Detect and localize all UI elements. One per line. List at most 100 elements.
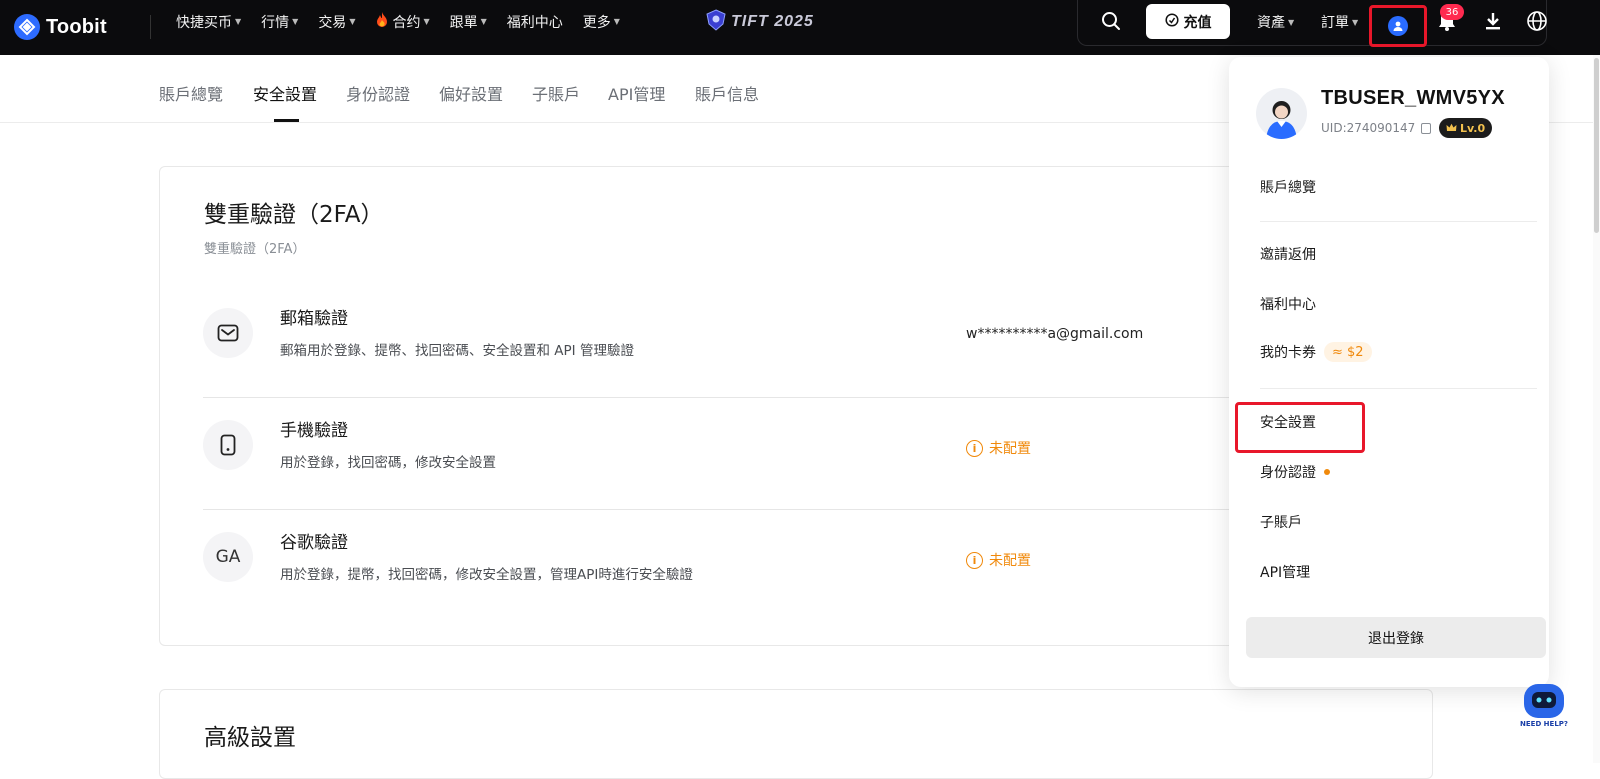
advanced-title: 高級設置 <box>204 725 296 751</box>
phone-icon <box>203 420 253 470</box>
main-nav: 快捷买币 ▼ 行情 ▼ 交易 ▼ 合约 ▼ 跟單 ▼ 福利中心 更多 ▼ <box>176 0 620 43</box>
menu-item-label: 子賬戶 <box>1260 515 1302 531</box>
caret-down-icon: ▼ <box>1288 17 1295 27</box>
avatar <box>1256 88 1307 139</box>
warning-icon: i <box>966 551 983 569</box>
menu-divider <box>1260 388 1537 389</box>
status-text: 未配置 <box>989 553 1031 569</box>
menu-item-account-overview[interactable]: 賬戶總覽 <box>1260 177 1316 197</box>
menu-item-referral[interactable]: 邀請返佣 <box>1260 244 1316 264</box>
nav-item-label: 交易 <box>318 14 347 31</box>
notification-count-badge: 36 <box>1440 4 1464 20</box>
robot-face-icon <box>1532 692 1556 708</box>
user-icon <box>1388 16 1408 36</box>
nav-item-quick-buy[interactable]: 快捷买币 ▼ <box>176 12 241 32</box>
coupon-value-badge: ≈ $2 <box>1324 342 1372 362</box>
orders-menu[interactable]: 訂單 ▼ <box>1321 12 1358 32</box>
nav-item-markets[interactable]: 行情 ▼ <box>261 12 298 32</box>
nav-item-label: 更多 <box>582 14 611 31</box>
help-chat-button[interactable]: NEED HELP? <box>1520 682 1568 732</box>
tab-security-settings[interactable]: 安全設置 <box>253 81 317 105</box>
advanced-settings-card: 高級設置 <box>159 689 1433 779</box>
menu-item-label: 我的卡券 <box>1260 345 1316 361</box>
caret-down-icon: ▼ <box>235 17 242 26</box>
menu-item-api-management[interactable]: API管理 <box>1260 562 1310 582</box>
bound-email-value: w**********a@gmail.com <box>966 326 1144 342</box>
logo-mark-icon <box>14 14 40 40</box>
level-text: Lv.0 <box>1460 121 1486 135</box>
search-button[interactable] <box>1098 10 1124 36</box>
tab-api-management[interactable]: API管理 <box>608 81 665 105</box>
row-description: 用於登錄，找回密碼，修改安全設置 <box>280 455 496 471</box>
caret-down-icon: ▼ <box>480 17 487 26</box>
row-description: 用於登錄，提幣，找回密碼，修改安全設置，管理API時進行安全驗證 <box>280 567 693 583</box>
user-dropdown-menu: TBUSER_WMV5YX UID:274090147 Lv.0 賬戶總覽 邀請… <box>1229 57 1549 687</box>
nav-item-futures[interactable]: 合约 ▼ <box>375 11 430 32</box>
orders-label: 訂單 <box>1321 15 1349 31</box>
nav-item-more[interactable]: 更多 ▼ <box>583 12 620 32</box>
nav-item-trade[interactable]: 交易 ▼ <box>318 12 355 32</box>
copy-icon[interactable] <box>1421 122 1432 134</box>
tab-preferences[interactable]: 偏好設置 <box>439 81 503 105</box>
menu-item-my-coupons[interactable]: 我的卡券 ≈ $2 <box>1260 342 1372 362</box>
top-navbar: Toobit 快捷买币 ▼ 行情 ▼ 交易 ▼ 合约 ▼ 跟單 ▼ 福利中心 更… <box>0 0 1600 55</box>
logout-button[interactable]: 退出登錄 <box>1246 617 1546 658</box>
twofa-subtitle: 雙重驗證（2FA） <box>204 242 306 257</box>
nav-item-label: 快捷买币 <box>176 14 232 31</box>
caret-down-icon: ▼ <box>349 17 356 26</box>
twofa-row-google: GA 谷歌驗證 用於登錄，提幣，找回密碼，修改安全設置，管理API時進行安全驗證… <box>203 510 1236 622</box>
caret-down-icon: ▼ <box>613 17 620 26</box>
level-badge: Lv.0 <box>1439 118 1493 138</box>
twofa-row-email: 郵箱驗證 郵箱用於登錄、提幣、找回密碼、安全設置和 API 管理驗證 w****… <box>203 286 1236 398</box>
language-button[interactable] <box>1524 10 1550 36</box>
twofa-card: 雙重驗證（2FA） 雙重驗證（2FA） 郵箱驗證 郵箱用於登錄、提幣、找回密碼、… <box>159 166 1236 646</box>
tab-account-overview[interactable]: 賬戶總覽 <box>159 81 223 105</box>
ga-icon-text: GA <box>215 547 241 567</box>
menu-item-sub-accounts[interactable]: 子賬戶 <box>1260 512 1302 532</box>
tab-sub-accounts[interactable]: 子賬戶 <box>532 81 580 105</box>
pending-dot-icon <box>1324 469 1330 475</box>
active-tab-indicator <box>274 119 299 122</box>
phone-status-not-configured[interactable]: i 未配置 <box>966 438 1031 458</box>
deposit-icon <box>1164 12 1179 31</box>
ga-icon: GA <box>203 532 253 582</box>
menu-divider <box>1260 221 1537 222</box>
tab-account-info[interactable]: 賬戶信息 <box>695 81 759 105</box>
brand-name: Toobit <box>46 15 107 38</box>
download-button[interactable] <box>1480 10 1506 36</box>
uid-text: UID:274090147 <box>1321 121 1416 135</box>
nav-item-label: 跟單 <box>449 14 478 31</box>
twofa-row-phone: 手機驗證 用於登錄，找回密碼，修改安全設置 i 未配置 <box>203 398 1236 510</box>
caret-down-icon: ▼ <box>423 17 430 26</box>
menu-item-label: 福利中心 <box>1260 297 1316 313</box>
menu-item-label: 賬戶總覽 <box>1260 180 1316 196</box>
google-status-not-configured[interactable]: i 未配置 <box>966 550 1031 570</box>
menu-item-label: API管理 <box>1260 565 1311 581</box>
nav-item-rewards[interactable]: 福利中心 <box>507 12 563 32</box>
nav-item-label: 福利中心 <box>506 14 563 31</box>
caret-down-icon: ▼ <box>292 17 299 26</box>
menu-item-rewards-center[interactable]: 福利中心 <box>1260 294 1316 314</box>
assets-label: 資產 <box>1257 15 1285 31</box>
twofa-title: 雙重驗證（2FA） <box>204 202 384 228</box>
page-scrollbar-thumb[interactable] <box>1594 58 1599 233</box>
row-description: 郵箱用於登錄、提幣、找回密碼、安全設置和 API 管理驗證 <box>280 343 634 359</box>
assets-menu[interactable]: 資產 ▼ <box>1257 12 1294 32</box>
deposit-label: 充值 <box>1183 14 1212 31</box>
download-icon <box>1483 11 1503 35</box>
nav-item-label: 行情 <box>261 14 290 31</box>
nav-divider <box>150 15 151 39</box>
tab-identity-verification[interactable]: 身份認證 <box>346 81 410 105</box>
event-banner-logo[interactable]: TIFT 2025 <box>705 9 814 35</box>
event-logo-text: TIFT 2025 <box>731 13 814 30</box>
deposit-button[interactable]: 充值 <box>1146 4 1230 39</box>
nav-item-copy-trade[interactable]: 跟單 ▼ <box>450 12 487 32</box>
fire-icon <box>375 11 389 32</box>
search-icon <box>1101 11 1121 35</box>
shield-emblem-icon <box>705 9 727 35</box>
brand-logo[interactable]: Toobit <box>14 9 107 45</box>
status-text: 未配置 <box>989 441 1031 457</box>
user-account-button[interactable] <box>1369 5 1427 47</box>
menu-item-label: 邀請返佣 <box>1260 247 1316 263</box>
menu-item-identity-verification[interactable]: 身份認證 <box>1260 462 1330 482</box>
